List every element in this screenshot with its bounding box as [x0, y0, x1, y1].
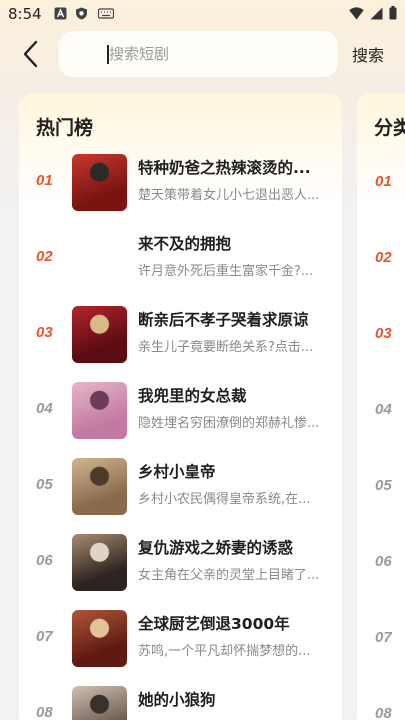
app-a-icon — [54, 7, 67, 20]
keyboard-icon — [98, 8, 114, 19]
drama-description: 楚天策带着女儿小七退出恶人... — [138, 188, 320, 203]
drama-description: 亲生儿子竟要断绝关系?点击... — [138, 340, 314, 355]
drama-cover-image[interactable] — [72, 610, 127, 667]
drama-description: 斯氏集团分公司到总公司上任 — [138, 716, 336, 720]
rank-number: 07 — [36, 628, 53, 645]
signal-icon — [370, 7, 383, 19]
drama-cover-image[interactable] — [72, 686, 127, 720]
category-rank-number: 01 — [375, 173, 392, 190]
rank-number: 06 — [36, 552, 53, 569]
search-button[interactable]: 搜索 — [352, 42, 384, 66]
status-bar: 8:54 — [0, 0, 405, 28]
list-item[interactable]: 01 特种奶爸之热辣滚烫的... 楚天策带着女儿小七退出恶人... — [19, 151, 342, 221]
drama-description: 许月意外死后重生富家千金?... — [138, 264, 314, 279]
category-rank-number: 03 — [375, 325, 392, 342]
category-rank-number: 05 — [375, 477, 392, 494]
drama-cover-image[interactable] — [72, 382, 127, 439]
chevron-left-icon — [23, 40, 38, 68]
hot-list-card: 热门榜 01 特种奶爸之热辣滚烫的... 楚天策带着女儿小七退出恶人... 02 来不及… — [19, 93, 342, 720]
drama-cover-image[interactable] — [72, 154, 127, 211]
shield-icon — [76, 7, 87, 20]
category-list-card: 分类 01 02 03 04 05 06 07 08 — [357, 93, 405, 720]
search-input[interactable] — [109, 37, 329, 71]
drama-title: 我兜里的女总裁 — [138, 387, 247, 405]
status-right — [349, 6, 397, 20]
category-list-title: 分类 — [374, 117, 405, 139]
drama-title: 复仇游戏之娇妻的诱惑 — [138, 539, 294, 557]
rank-number: 04 — [36, 400, 53, 417]
list-item[interactable]: 08 她的小狼狗斯氏集团分公司到总公司上任 — [19, 683, 342, 720]
drama-description: 苏鸣,一个平凡却怀揣梦想的... — [138, 644, 311, 659]
rank-number: 01 — [36, 172, 53, 189]
back-button[interactable] — [14, 36, 48, 72]
drama-cover-image[interactable] — [72, 458, 127, 515]
drama-title: 特种奶爸之热辣滚烫的... — [138, 159, 311, 177]
drama-description: 女主角在父亲的灵堂上目睹了... — [138, 568, 320, 583]
list-item[interactable]: 02 来不及的拥抱许月意外死后重生富家千金?... — [19, 227, 342, 297]
rank-number: 03 — [36, 324, 53, 341]
category-rank-number: 06 — [375, 553, 392, 570]
hot-list-title: 热门榜 — [36, 117, 94, 139]
rank-number: 08 — [36, 704, 53, 720]
category-rank-number: 02 — [375, 249, 392, 266]
drama-description: 乡村小农民偶得皇帝系统,在... — [138, 492, 311, 507]
rank-number: 05 — [36, 476, 53, 493]
list-item[interactable]: 05 乡村小皇帝乡村小农民偶得皇帝系统,在... — [19, 455, 342, 525]
list-item[interactable]: 04 我兜里的女总裁隐姓埋名穷困潦倒的郑赫礼惨... — [19, 379, 342, 449]
category-rank-number: 07 — [375, 629, 392, 646]
drama-title: 全球厨艺倒退3000年 — [138, 615, 290, 633]
status-time: 8:54 — [8, 5, 42, 23]
list-item[interactable]: 07 全球厨艺倒退3000年苏鸣,一个平凡却怀揣梦想的... — [19, 607, 342, 677]
drama-title: 断亲后不孝子哭着求原谅 — [138, 311, 309, 329]
drama-title: 她的小狼狗 — [138, 691, 216, 709]
category-rank-number: 08 — [375, 705, 392, 720]
list-item[interactable]: 06 复仇游戏之娇妻的诱惑女主角在父亲的灵堂上目睹了... — [19, 531, 342, 601]
drama-title: 乡村小皇帝 — [138, 463, 216, 481]
drama-cover-image[interactable] — [72, 534, 127, 591]
battery-icon — [389, 6, 397, 20]
drama-cover-image[interactable] — [72, 230, 127, 287]
rank-number: 02 — [36, 248, 53, 265]
search-box[interactable] — [59, 31, 338, 77]
category-rank-number: 04 — [375, 401, 392, 418]
drama-cover-image[interactable] — [72, 306, 127, 363]
wifi-icon — [349, 6, 364, 19]
drama-description: 隐姓埋名穷困潦倒的郑赫礼惨... — [138, 416, 320, 431]
list-item[interactable]: 03 断亲后不孝子哭着求原谅 亲生儿子竟要断绝关系?点击... — [19, 303, 342, 373]
drama-title: 来不及的拥抱 — [138, 235, 232, 253]
